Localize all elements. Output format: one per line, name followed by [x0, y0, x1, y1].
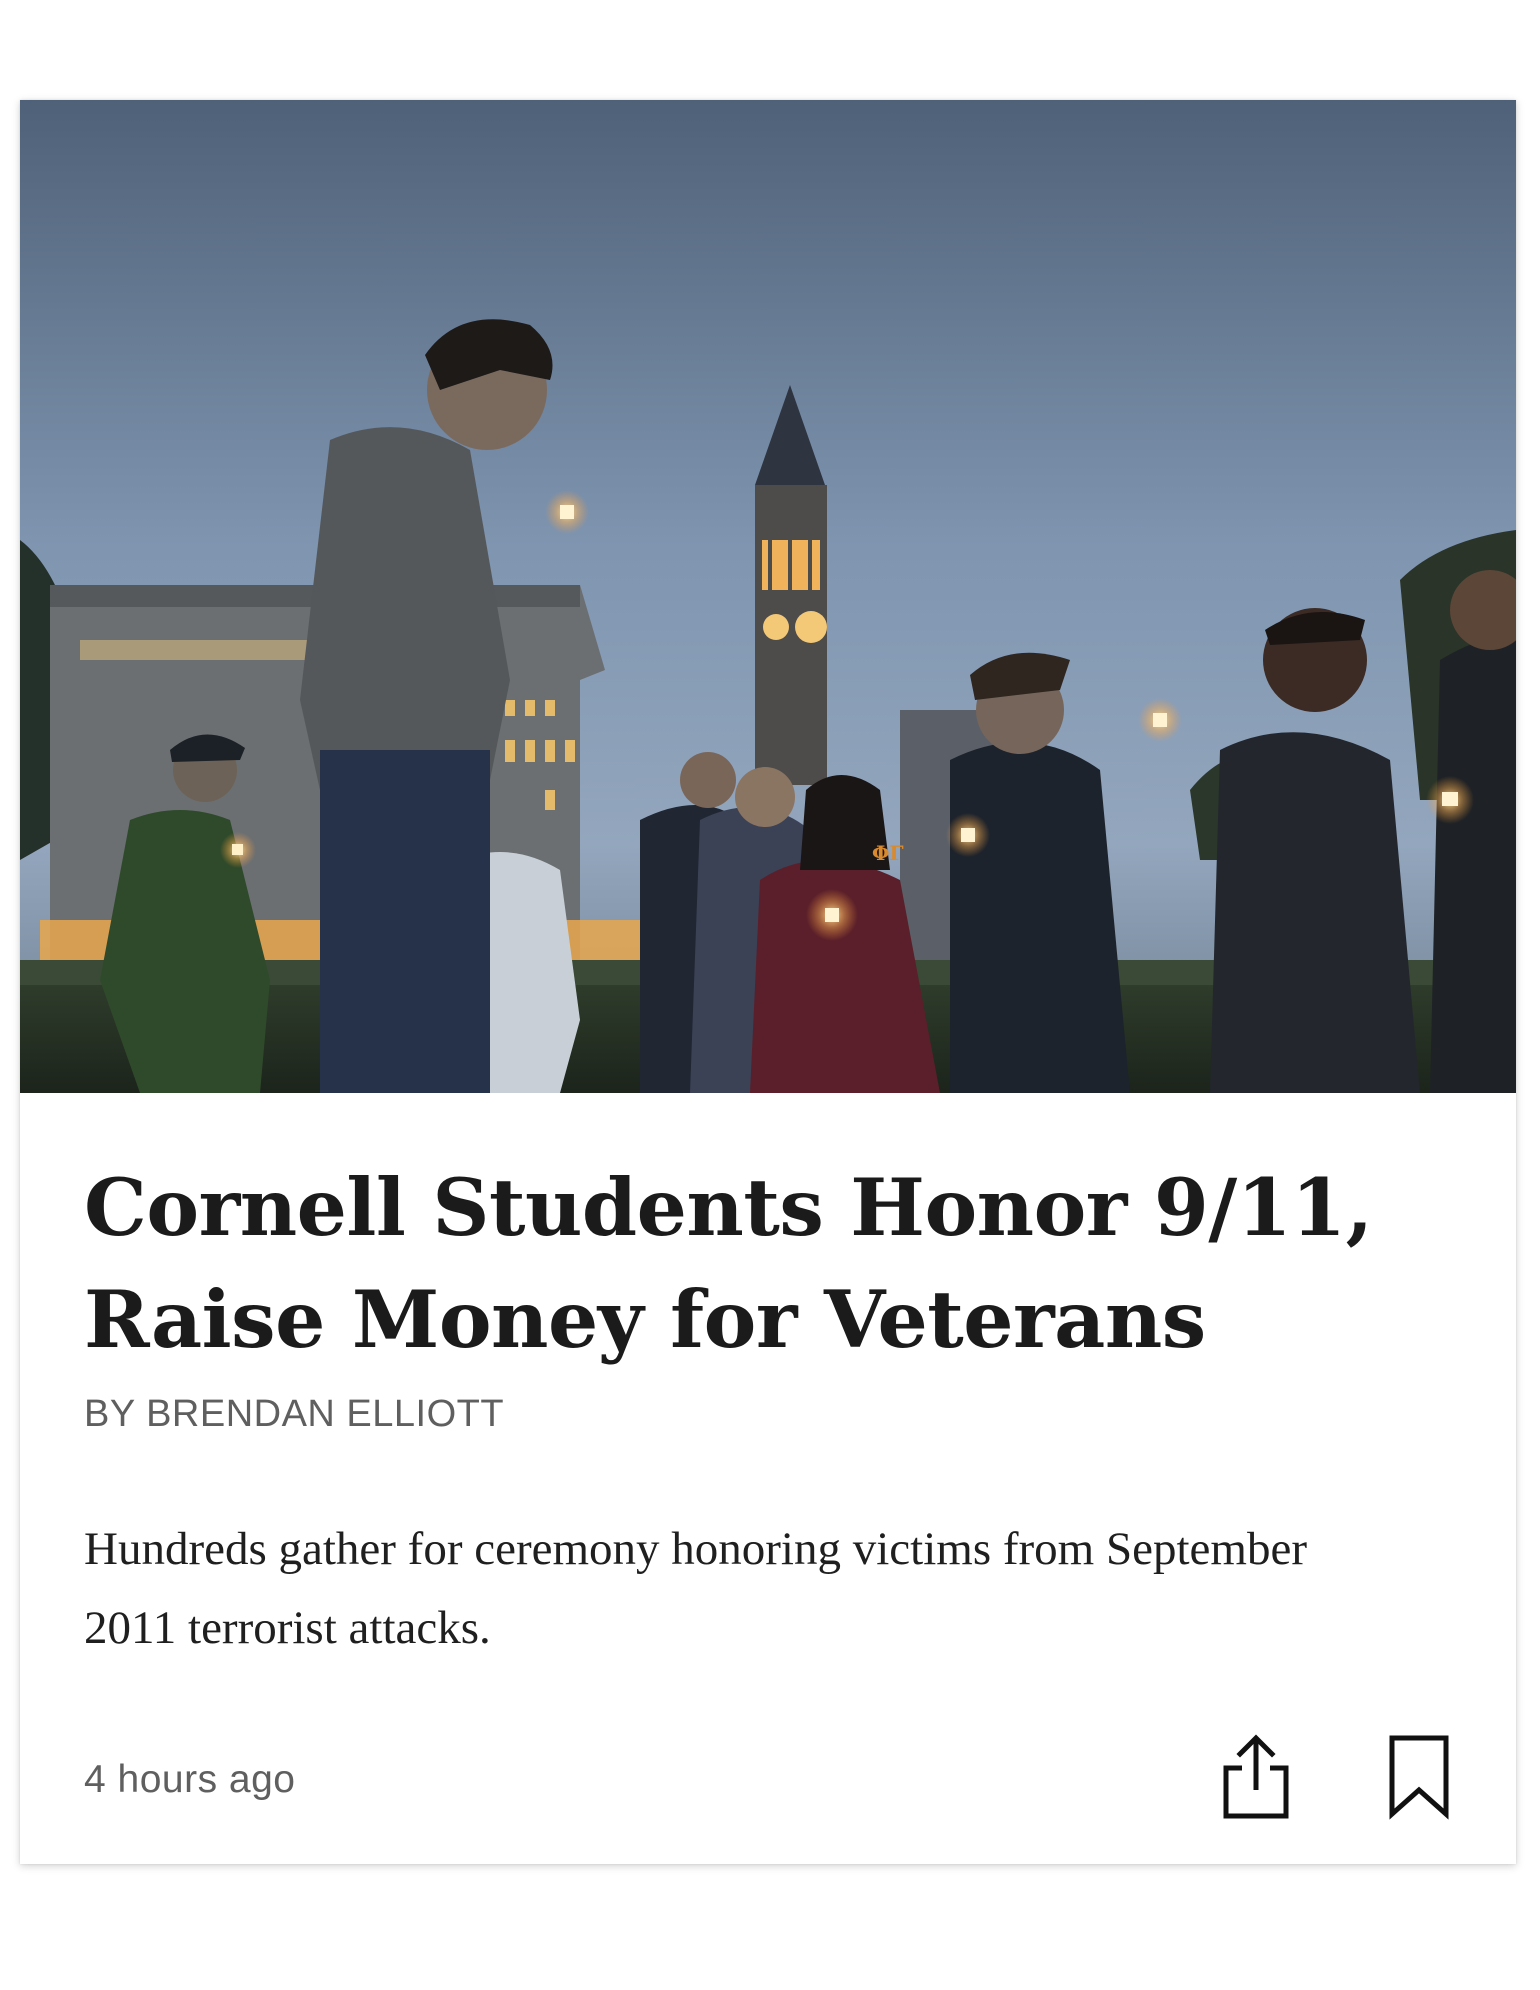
- article-card[interactable]: ΦΓ Cornell Students Honor 9/11, Raise Mo…: [20, 100, 1516, 1864]
- bookmark-button[interactable]: [1384, 1734, 1454, 1820]
- article-timestamp: 4 hours ago: [84, 1758, 296, 1801]
- sweatshirt-letters: ΦΓ: [872, 841, 904, 865]
- article-summary: Hundreds gather for ceremony honoring vi…: [84, 1523, 1307, 1654]
- article-byline: BY BRENDAN ELLIOTT: [84, 1393, 505, 1435]
- share-icon: [1223, 1734, 1289, 1819]
- article-headline[interactable]: Cornell Students Honor 9/11, Raise Money…: [84, 1152, 1404, 1376]
- article-hero-photo[interactable]: ΦΓ: [20, 100, 1516, 1093]
- share-button[interactable]: [1216, 1730, 1296, 1820]
- bookmark-icon: [1389, 1735, 1449, 1820]
